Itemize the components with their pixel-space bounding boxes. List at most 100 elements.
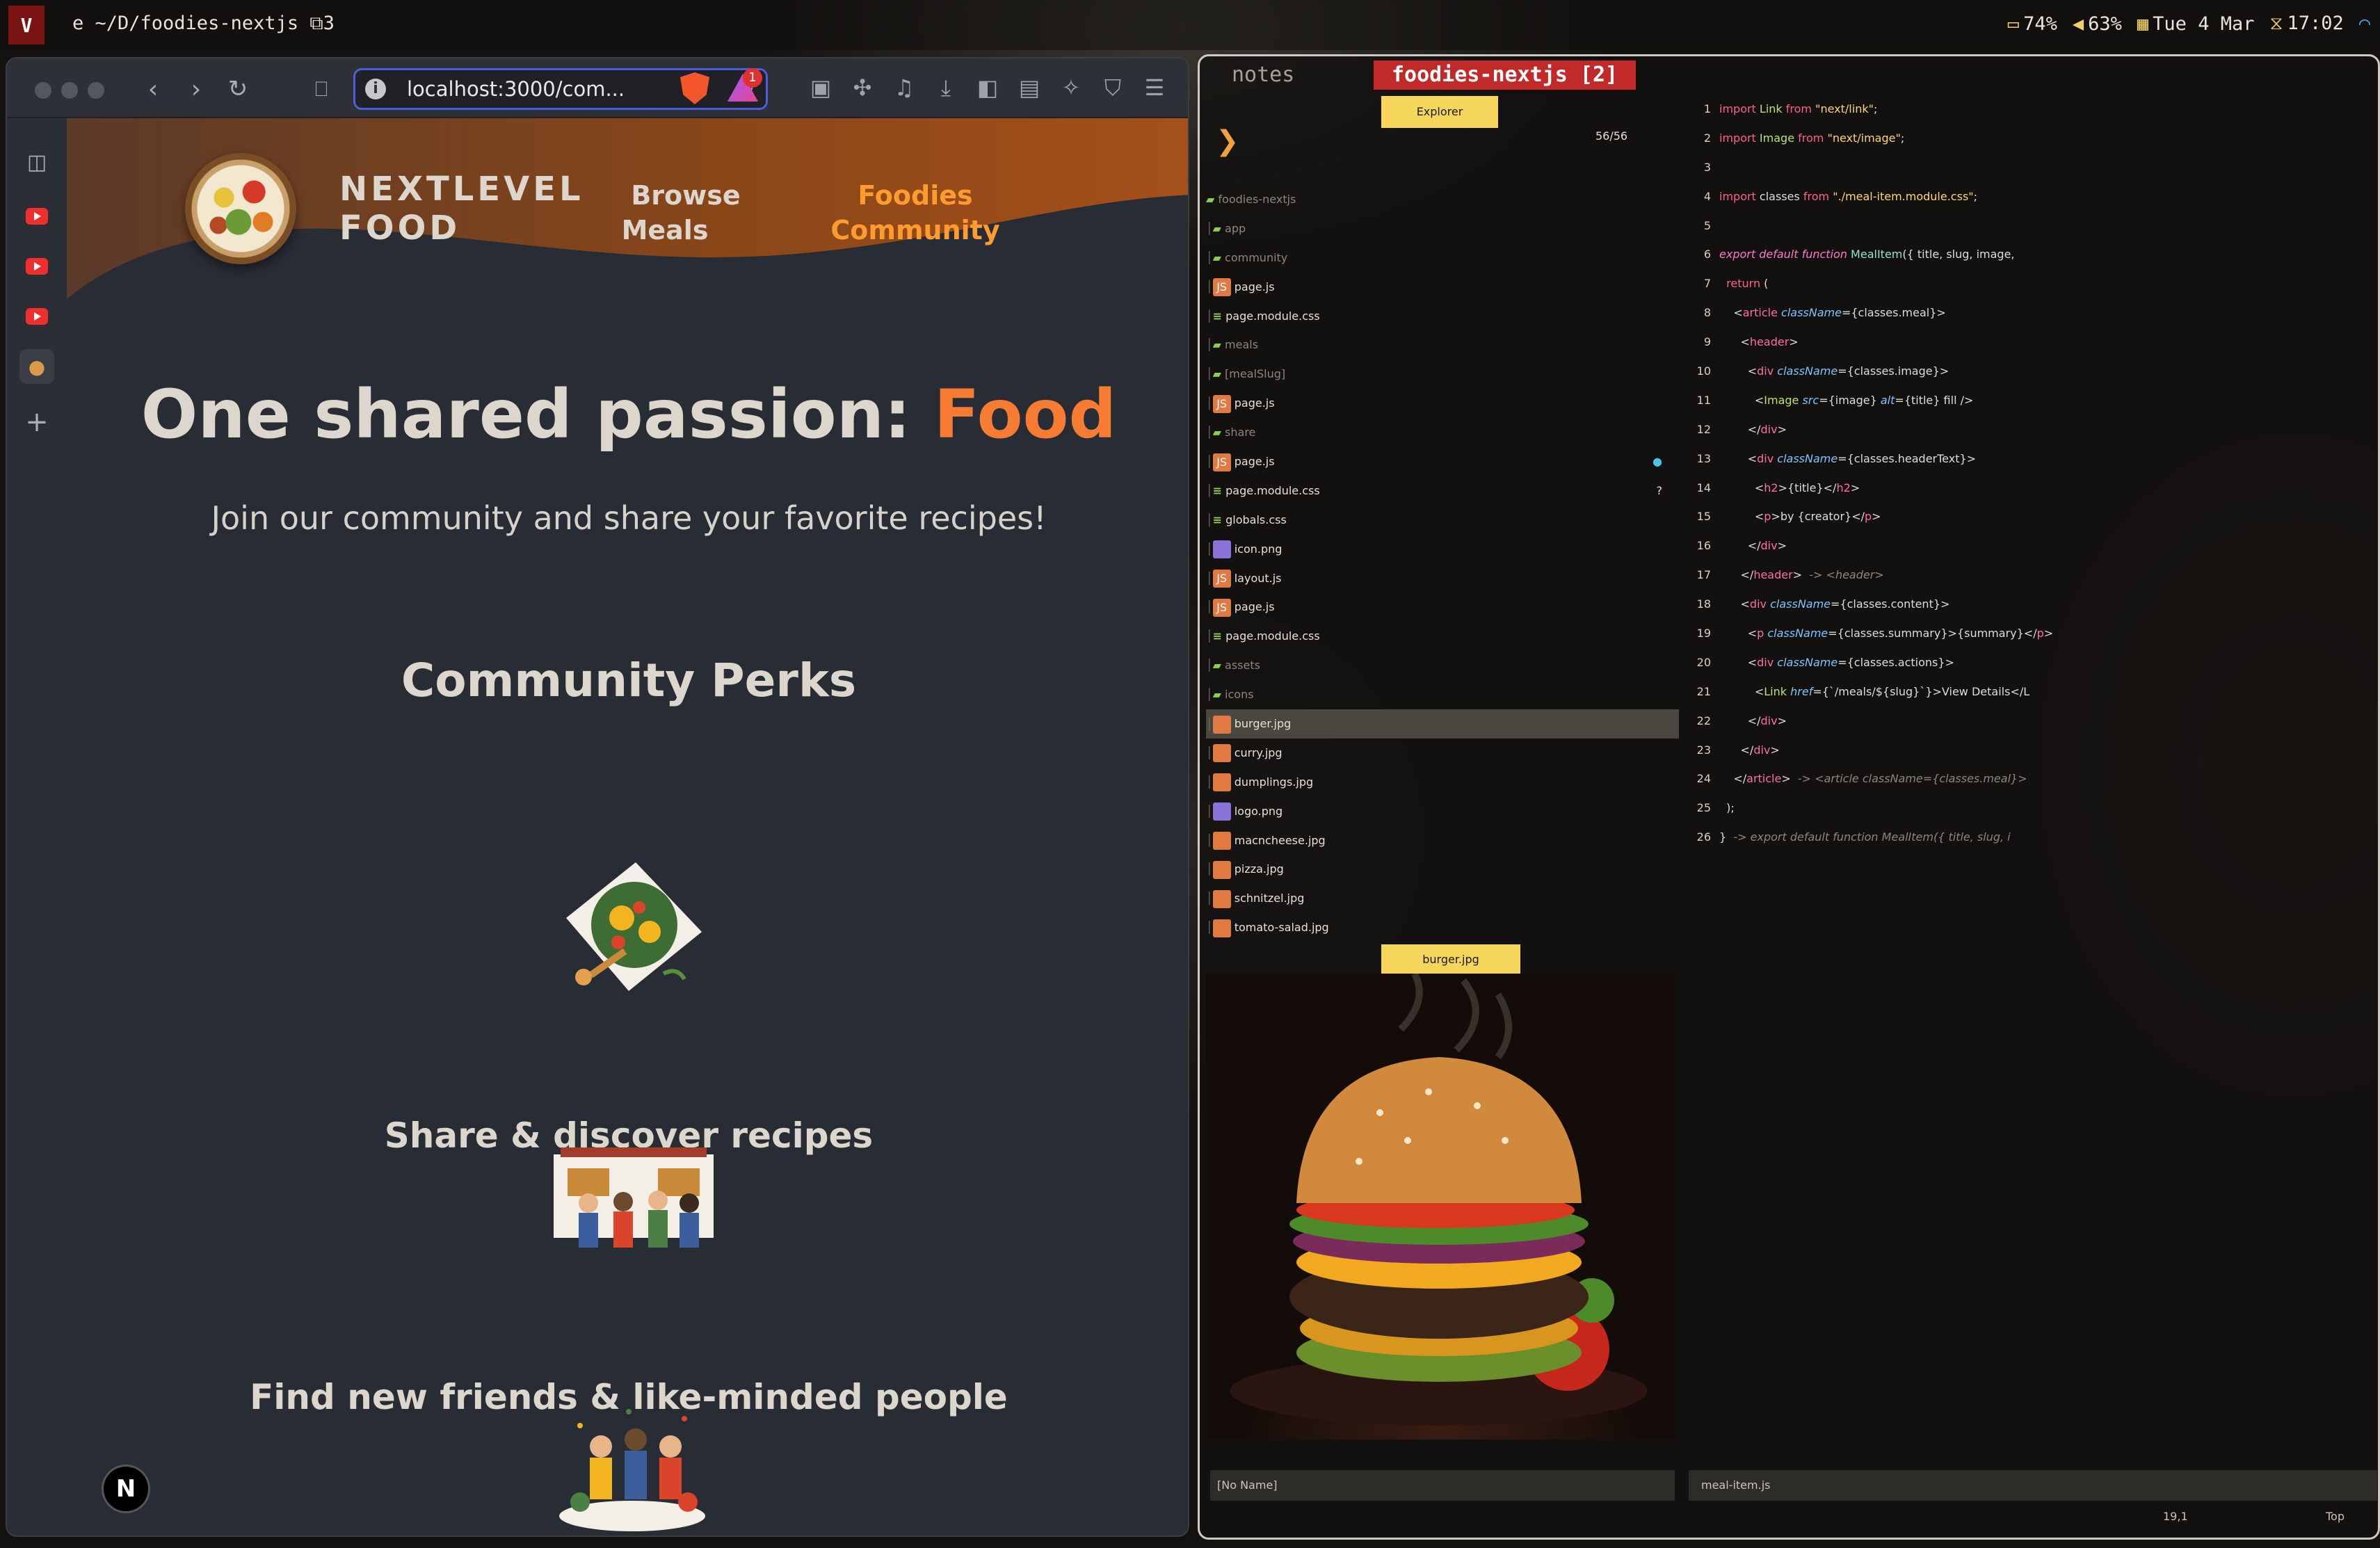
code-line[interactable]: 8 <article className={classes.meal}> [1683,298,2379,328]
code-line[interactable]: 3 [1683,153,2379,182]
bookmark-icon[interactable]: ⎕ [305,72,338,106]
code-editor[interactable]: 1 import Link from "next/link"; 2 import Im… [1683,95,2379,852]
code-line[interactable]: 14 <h2>{title}</h2> [1683,474,2379,503]
wifi-icon[interactable]: ◠ [2359,13,2370,35]
sidebar-panel-icon[interactable]: ◫ [19,145,54,179]
code-line[interactable]: 5 [1683,211,2379,241]
volume-indicator[interactable]: ◀ 63% [2073,13,2122,35]
folder-icon: ▰ [1212,688,1221,702]
code-line[interactable]: 12 </div> [1683,415,2379,444]
download-icon[interactable]: ⤓ [932,74,960,102]
battery-indicator[interactable]: ▭ 74% [2008,13,2057,35]
tree-item[interactable]: │ logo.png [1206,797,1679,826]
nextjs-dev-indicator[interactable]: N [102,1465,150,1513]
tree-item-label: app [1221,221,1246,235]
code-line[interactable]: 25 ); [1683,793,2379,823]
tree-item[interactable]: │≡ page.module.css [1206,302,1679,331]
tree-item[interactable]: │ burger.jpg [1206,709,1679,739]
folder-icon: ▰ [1212,426,1221,440]
tree-item[interactable]: │▰ meals [1206,330,1679,360]
code-line[interactable]: 17 </header> -> <header> [1683,561,2379,590]
code-line[interactable]: 16 </div> [1683,531,2379,561]
code-line[interactable]: 7 return ( [1683,269,2379,298]
tree-item[interactable]: │≡ globals.css [1206,506,1679,535]
music-icon[interactable]: ♫ [890,74,918,102]
foodies-tab-icon[interactable]: ● [19,349,54,384]
tree-item[interactable]: │ schnitzel.jpg [1206,884,1679,913]
code-line[interactable]: 11 <Image src={image} alt={title} fill /… [1683,386,2379,415]
tree-item[interactable]: │≡ page.module.css [1206,622,1679,651]
tree-item[interactable]: │▰ assets [1206,651,1679,680]
workspace-badge[interactable]: V [8,6,45,45]
code-line[interactable]: 18 <div className={classes.content}> [1683,590,2379,619]
site-info-icon[interactable]: i [365,79,386,99]
tree-item[interactable]: │▰ [mealSlug] [1206,360,1679,389]
code-line[interactable]: 20 <div className={classes.actions}> [1683,648,2379,677]
logo-image[interactable] [185,153,296,264]
minimize-window-button[interactable] [61,82,78,99]
tree-item[interactable]: │▰ community [1206,243,1679,273]
nav-browse-meals[interactable]: Browse Meals [595,178,748,248]
tree-item[interactable]: │≡ page.module.css? [1206,476,1679,506]
tree-item[interactable]: │ JS page.js ● [1206,447,1679,476]
youtube-icon[interactable] [19,299,54,334]
vpn-icon[interactable]: ⛉ [1099,74,1127,102]
logo-text[interactable]: NEXTLEVEL FOOD [339,170,590,248]
youtube-icon[interactable] [19,199,54,234]
youtube-icon[interactable] [19,249,54,284]
tree-item[interactable]: │ JS layout.js [1206,564,1679,593]
close-window-button[interactable] [35,82,51,99]
code-line[interactable]: 13 <div className={classes.headerText}> [1683,444,2379,474]
code-line[interactable]: 1 import Link from "next/link"; [1683,95,2379,124]
tree-item[interactable]: │▰ app [1206,214,1679,243]
maximize-window-button[interactable] [88,82,104,99]
reload-icon[interactable]: ↻ [221,72,255,106]
tree-item[interactable]: │ JS page.js [1206,273,1679,302]
tree-item[interactable]: │ curry.jpg [1206,739,1679,768]
tree-indent: │ [1206,221,1213,235]
nav-foodies-community[interactable]: Foodies Community [811,178,1020,248]
menu-icon[interactable]: ☰ [1141,74,1168,102]
tree-item[interactable]: │ JS page.js [1206,389,1679,418]
code-line[interactable]: 19 <p className={classes.summary}>{summa… [1683,619,2379,648]
add-icon[interactable]: + [19,405,54,440]
code-line[interactable]: 6 export default function MealItem({ titl… [1683,240,2379,269]
code-line[interactable]: 4 import classes from "./meal-item.module… [1683,182,2379,211]
battery-level: 74% [2023,13,2057,35]
tree-item[interactable]: │ dumplings.jpg [1206,768,1679,797]
tab-foodies-nextjs[interactable]: foodies-nextjs [2] [1374,61,1637,90]
burger-image-preview [1206,974,1675,1440]
clock-indicator[interactable]: ⧖ 17:02 [2269,13,2343,35]
tree-item[interactable]: │ tomato-salad.jpg [1206,913,1679,942]
leo-ai-icon[interactable]: ✧ [1057,74,1085,102]
code-line[interactable]: 2 import Image from "next/image"; [1683,124,2379,153]
forward-icon[interactable]: › [179,72,213,106]
code-line[interactable]: 9 <header> [1683,328,2379,357]
puzzle-icon[interactable]: ✣ [849,74,876,102]
wallet-icon[interactable]: ▤ [1015,74,1043,102]
code-line[interactable]: 15 <p>by {creator}</p> [1683,502,2379,531]
tree-item[interactable]: │ JS page.js [1206,592,1679,622]
code-line[interactable]: 24 </article> -> <article className={cla… [1683,764,2379,793]
tree-item[interactable]: │ pizza.jpg [1206,855,1679,884]
tab-notes[interactable]: notes [1214,61,1312,90]
tree-item[interactable]: ▰ foodies-nextjs [1206,185,1679,214]
code-line[interactable]: 26} -> export default function MealItem(… [1683,823,2379,852]
tree-item[interactable]: │▰ share [1206,418,1679,447]
code-line[interactable]: 22 </div> [1683,707,2379,736]
back-icon[interactable]: ‹ [136,72,170,106]
extension-icon[interactable]: ▣ [807,74,835,102]
browser-toolbar: ‹ › ↻ ⎕ i localhost:3000/com... ⇪ 1 ▣ ✣ … [7,58,1188,118]
sidebar-toggle-icon[interactable]: ◧ [974,74,1002,102]
tree-item[interactable]: │ macncheese.jpg [1206,826,1679,855]
tree-item[interactable]: │ icon.png [1206,535,1679,564]
code-line[interactable]: 23 </div> [1683,736,2379,765]
tree-item[interactable]: │▰ icons [1206,680,1679,709]
url-text: localhost:3000/com... [407,77,625,101]
explorer-prompt-icon[interactable]: ❯ [1216,125,1239,157]
code-line[interactable]: 21 <Link href={`/meals/${slug}`}>View De… [1683,677,2379,707]
code-line[interactable]: 10 <div className={classes.image}> [1683,357,2379,386]
tree-indent: │ [1206,717,1213,731]
code-text: <header> [1719,335,1799,349]
date-indicator[interactable]: ▦ Tue 4 Mar [2137,13,2255,35]
